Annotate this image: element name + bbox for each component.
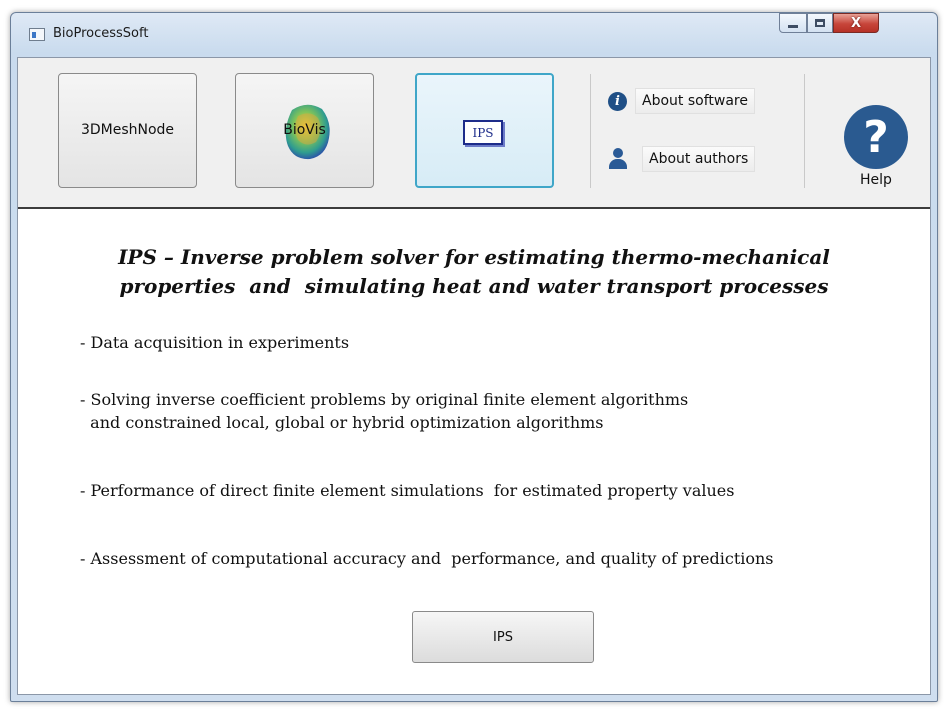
module-toolbar: 3DMeshNode BioVis IPS i About software A… (18, 58, 930, 209)
mesh-node-button[interactable]: 3DMeshNode (58, 73, 197, 188)
heading-line: IPS – Inverse problem solver for estimat… (118, 245, 830, 269)
ips-icon: IPS (463, 120, 503, 145)
page-heading: IPS – Inverse problem solver for estimat… (18, 243, 930, 301)
maximize-icon (815, 19, 825, 27)
minimize-icon (788, 24, 798, 28)
heading-line: properties and simulating heat and water… (119, 274, 829, 298)
mesh-node-label: 3DMeshNode (80, 122, 175, 138)
about-authors-label: About authors (642, 146, 756, 172)
close-button[interactable]: X (833, 13, 879, 33)
feature-item: - Assessment of computational accuracy a… (80, 549, 774, 568)
minimize-button[interactable] (779, 13, 807, 33)
feature-item: - Solving inverse coefficient problems b… (80, 390, 689, 432)
window-title: BioProcessSoft (53, 26, 149, 41)
biovis-button[interactable]: BioVis (235, 73, 374, 188)
about-software-link[interactable]: i About software (608, 86, 755, 116)
help-button[interactable]: ? Help (820, 71, 932, 188)
ips-launch-button[interactable]: IPS (412, 611, 594, 663)
help-label: Help (860, 172, 892, 188)
title-bar[interactable]: BioProcessSoft X (11, 13, 937, 57)
about-software-label: About software (635, 88, 755, 114)
app-window: BioProcessSoft X 3DMeshNode BioVis IPS i… (10, 12, 938, 702)
biovis-label: BioVis (283, 122, 326, 138)
ips-module-button[interactable]: IPS (415, 73, 554, 188)
feature-item: - Data acquisition in experiments (80, 333, 350, 352)
feature-item: - Performance of direct finite element s… (80, 481, 735, 500)
about-authors-link[interactable]: About authors (608, 144, 756, 174)
toolbar-divider (590, 74, 591, 188)
user-icon (608, 148, 628, 170)
toolbar-divider (804, 74, 805, 188)
info-icon: i (608, 91, 627, 111)
maximize-button[interactable] (807, 13, 833, 33)
help-question-icon: ? (844, 105, 908, 169)
client-area: 3DMeshNode BioVis IPS i About software A… (17, 57, 931, 695)
app-icon (29, 28, 45, 41)
close-icon: X (850, 15, 862, 31)
